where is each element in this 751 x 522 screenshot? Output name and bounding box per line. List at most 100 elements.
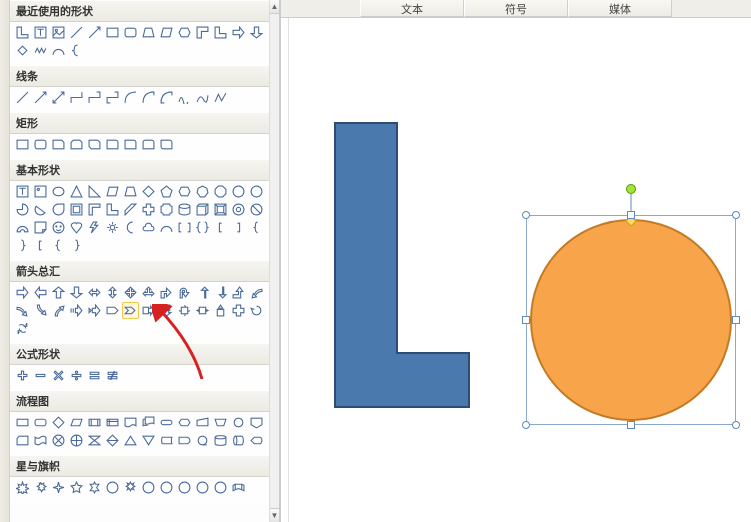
moon-icon[interactable] — [122, 219, 139, 236]
arrow-corner-down-icon[interactable] — [212, 284, 229, 301]
image-icon[interactable] — [32, 183, 49, 200]
handle-w[interactable] — [522, 316, 530, 324]
snip2-icon[interactable] — [68, 136, 85, 153]
category-header-arrows[interactable]: 箭头总汇 — [10, 260, 269, 282]
category-header-rects[interactable]: 矩形 — [10, 112, 269, 134]
shape-rect-icon[interactable] — [104, 24, 121, 41]
handle-nw[interactable] — [522, 211, 530, 219]
category-header-lines[interactable]: 线条 — [10, 65, 269, 87]
arrow-striped-icon[interactable] — [68, 302, 85, 319]
smiley-icon[interactable] — [50, 219, 67, 236]
line-arrow-icon[interactable] — [32, 89, 49, 106]
line-scribble-icon[interactable] — [176, 89, 193, 106]
category-header-stars[interactable]: 星与旗帜 — [10, 455, 269, 477]
star4-icon[interactable] — [50, 479, 67, 496]
rect-icon[interactable] — [14, 136, 31, 153]
double-bracket-icon[interactable] — [176, 219, 193, 236]
arrow-down-icon[interactable] — [68, 284, 85, 301]
fc-manualinput-icon[interactable] — [194, 414, 211, 431]
handle-e[interactable] — [732, 316, 740, 324]
arrow-callout-down-icon[interactable] — [158, 302, 175, 319]
ribbon-up-icon[interactable] — [230, 479, 247, 496]
formula-divide-icon[interactable] — [68, 367, 85, 384]
right-brace-icon[interactable] — [14, 237, 31, 254]
arrow-notched-icon[interactable] — [86, 302, 103, 319]
shape-hexagon-icon[interactable] — [176, 24, 193, 41]
fc-collate-icon[interactable] — [86, 432, 103, 449]
shape-Lshape-icon[interactable] — [212, 24, 229, 41]
fc-data-icon[interactable] — [68, 414, 85, 431]
formula-minus-icon[interactable] — [32, 367, 49, 384]
arrow-callout-leftright-icon[interactable] — [194, 302, 211, 319]
arrow-callout-quad-icon[interactable] — [176, 302, 193, 319]
star-explosion2-icon[interactable] — [32, 479, 49, 496]
fc-or-icon[interactable] — [68, 432, 85, 449]
formula-equal-icon[interactable] — [86, 367, 103, 384]
shape-line-arrow-icon[interactable] — [86, 24, 103, 41]
arrow-curve-down-icon[interactable] — [32, 302, 49, 319]
canvas-shape-L[interactable] — [333, 121, 473, 411]
fc-seqaccess-icon[interactable] — [194, 432, 211, 449]
star16-icon[interactable] — [176, 479, 193, 496]
fc-document-icon[interactable] — [122, 414, 139, 431]
fc-manualop-icon[interactable] — [212, 414, 229, 431]
fc-internal-icon[interactable] — [104, 414, 121, 431]
line-elbow3-icon[interactable] — [104, 89, 121, 106]
right-brace2-icon[interactable] — [68, 237, 85, 254]
rotation-handle[interactable] — [626, 184, 636, 194]
arrow-bent-up-icon[interactable] — [230, 284, 247, 301]
star-explosion1-icon[interactable] — [14, 479, 31, 496]
fc-extract-icon[interactable] — [122, 432, 139, 449]
shape-image-icon[interactable] — [50, 24, 67, 41]
shape-arc-icon[interactable] — [50, 42, 67, 59]
shape-brace-left-icon[interactable] — [68, 42, 85, 59]
formula-plus-icon[interactable] — [14, 367, 31, 384]
shape-L-icon[interactable] — [14, 24, 31, 41]
fc-tape-icon[interactable] — [32, 432, 49, 449]
diamond-icon[interactable] — [140, 183, 157, 200]
left-bracket-icon[interactable] — [212, 219, 229, 236]
star10-icon[interactable] — [140, 479, 157, 496]
fc-predef-icon[interactable] — [86, 414, 103, 431]
line-double-arrow-icon[interactable] — [50, 89, 67, 106]
category-header-basic[interactable]: 基本形状 — [10, 159, 269, 181]
arrow-plus-icon[interactable] — [230, 302, 247, 319]
double-brace-icon[interactable] — [194, 219, 211, 236]
arrow-callout-up-icon[interactable] — [212, 302, 229, 319]
fc-decision-icon[interactable] — [50, 414, 67, 431]
arrow-leftright-icon[interactable] — [86, 284, 103, 301]
star24-icon[interactable] — [194, 479, 211, 496]
shape-corner-icon[interactable] — [194, 24, 211, 41]
arrow-curve-up-icon[interactable] — [50, 302, 67, 319]
star12-icon[interactable] — [158, 479, 175, 496]
arc2-icon[interactable] — [158, 219, 175, 236]
left-bracket2-icon[interactable] — [32, 237, 49, 254]
cube-icon[interactable] — [194, 201, 211, 218]
arrow-curve-left-icon[interactable] — [248, 284, 265, 301]
lightning-icon[interactable] — [86, 219, 103, 236]
fc-delay-icon[interactable] — [176, 432, 193, 449]
trapezoid2-icon[interactable] — [122, 183, 139, 200]
fc-prep-icon[interactable] — [176, 414, 193, 431]
arrow-pentagon-icon[interactable] — [104, 302, 121, 319]
arrow-bent-icon[interactable] — [158, 284, 175, 301]
star7-icon[interactable] — [104, 479, 121, 496]
arrow-circular-icon[interactable] — [248, 302, 265, 319]
arrow-up-icon[interactable] — [50, 284, 67, 301]
fc-multidoc-icon[interactable] — [140, 414, 157, 431]
shape-trapezoid-icon[interactable] — [140, 24, 157, 41]
heart-icon[interactable] — [68, 219, 85, 236]
plaque-icon[interactable] — [158, 201, 175, 218]
cross-icon[interactable] — [140, 201, 157, 218]
star5-icon[interactable] — [68, 479, 85, 496]
arrow-uturn-icon[interactable] — [176, 284, 193, 301]
canvas-shape-ellipse[interactable] — [529, 218, 733, 422]
arrow-chevron-icon[interactable] — [122, 302, 139, 319]
fc-altprocess-icon[interactable] — [32, 414, 49, 431]
snip-round-icon[interactable] — [104, 136, 121, 153]
line-elbow1-icon[interactable] — [68, 89, 85, 106]
formula-multiply-icon[interactable] — [50, 367, 67, 384]
shape-block-arrow-icon[interactable] — [230, 24, 247, 41]
diag-stripe-icon[interactable] — [122, 201, 139, 218]
arrow-curve-right-icon[interactable] — [14, 302, 31, 319]
